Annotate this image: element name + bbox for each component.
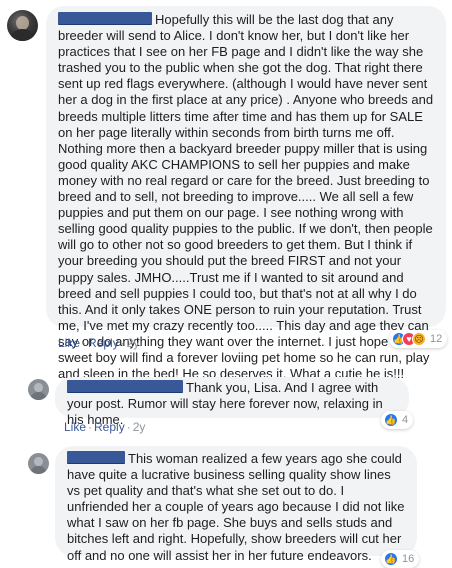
comment-2-actions: Like · Reply · 2y [64, 420, 146, 434]
comment-2-author-redacted[interactable] [67, 380, 183, 393]
comment-1-author-redacted[interactable] [58, 12, 152, 25]
comment-1-actions: Like · Reply · 2y [58, 336, 140, 350]
comment-2-bubble: Thank you, Lisa. And I agree with your p… [55, 377, 409, 427]
comment-3-reactions[interactable]: 👍 16 [381, 550, 420, 568]
comment-1-age[interactable]: 2y [127, 336, 140, 350]
comment-3-text: This woman realized a few years ago she … [67, 451, 405, 563]
comment-2-reaction-count: 4 [402, 414, 409, 426]
comment-1-bubble: Hopefully this will be the last dog that… [46, 6, 446, 381]
comment-1-like-link[interactable]: Like [58, 336, 80, 350]
comment-2-reactions[interactable]: 👍 4 [381, 411, 414, 429]
comment-2-like-link[interactable]: Like [64, 420, 86, 434]
like-icon: 👍 [384, 552, 398, 566]
comment-2-reply-link[interactable]: Reply [94, 420, 125, 434]
like-icon: 👍 [384, 413, 398, 427]
comment-2-age[interactable]: 2y [133, 420, 146, 434]
comment-1-text: Hopefully this will be the last dog that… [58, 12, 434, 382]
comment-1-reactions[interactable]: 👍 ♥ ☹ 12 [389, 330, 448, 348]
comment-3-author-redacted[interactable] [67, 451, 125, 464]
comment-3-avatar[interactable] [28, 453, 49, 474]
comment-1-avatar[interactable] [7, 10, 38, 41]
comment-3-bubble: This woman realized a few years ago she … [55, 446, 417, 563]
comment-1-reaction-count: 12 [430, 333, 443, 345]
sad-icon: ☹ [412, 332, 426, 346]
comment-3-reaction-count: 16 [402, 553, 415, 565]
comment-2-avatar[interactable] [28, 379, 49, 400]
comment-1-reply-link[interactable]: Reply [88, 336, 119, 350]
